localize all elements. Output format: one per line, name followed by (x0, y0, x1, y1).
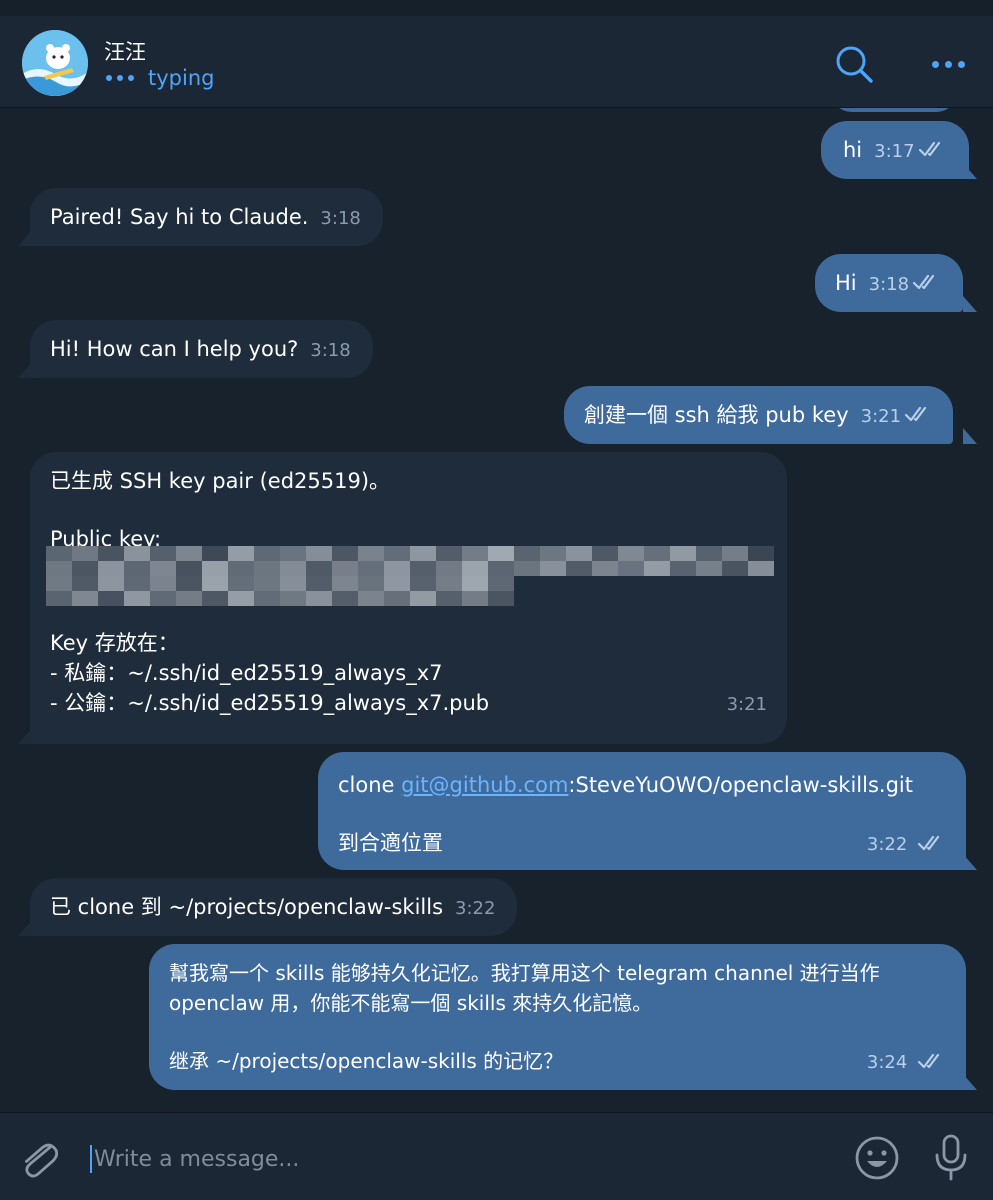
public-key-label: Public key: (50, 527, 162, 546)
message-time: 3:17 (874, 141, 915, 162)
message-text: Hi! How can I help you? (50, 337, 299, 361)
avatar[interactable] (22, 30, 88, 96)
key-location-label: Key 存放在： (50, 631, 179, 655)
message-text-line: 继承 ~/projects/openclaw-skills 的记忆？ (169, 1049, 564, 1073)
typing-dots-icon (106, 75, 134, 81)
bubble-tail (18, 728, 32, 744)
message-text-line: 幫我寫一个 skills 能够持久化记忆。我打算用这个 telegram cha… (169, 961, 880, 985)
message-list[interactable]: hi 3:17 Paired! Say hi to Claude. 3:18 H… (0, 108, 993, 1112)
message-text: hi (843, 138, 863, 162)
status-bar-strip (0, 0, 993, 16)
double-check-icon (918, 1053, 940, 1069)
double-check-icon (918, 835, 940, 851)
private-key-path: - 私鑰：~/.ssh/id_ed25519_always_x7 (50, 661, 443, 685)
message-outgoing[interactable]: 創建一個 ssh 給我 pub key 3:21 (564, 386, 954, 444)
message-outgoing[interactable]: Hi 3:18 (815, 254, 964, 312)
more-button[interactable] (932, 44, 970, 84)
emoji-icon (855, 1136, 899, 1180)
typing-status: typing (106, 66, 214, 90)
message-time: 3:21 (726, 694, 767, 715)
message-text-line: 已生成 SSH key pair (ed25519)。 (50, 469, 391, 493)
message-time: 3:22 (455, 898, 496, 919)
message-outgoing[interactable]: hi 3:17 (821, 121, 969, 179)
message-outgoing[interactable]: clone git@github.com:SteveYuOWO/openclaw… (318, 752, 966, 870)
avatar-image (22, 30, 88, 96)
bubble-tail (963, 854, 977, 870)
message-time: 3:21 (860, 406, 902, 427)
voice-button[interactable] (932, 1133, 970, 1187)
microphone-icon (935, 1134, 967, 1181)
search-icon (836, 46, 873, 83)
message-composer: Write a message... (0, 1112, 993, 1200)
message-incoming[interactable]: Hi! How can I help you? 3:18 (30, 320, 373, 378)
typing-status-label: typing (148, 66, 215, 90)
message-time: 3:18 (310, 340, 351, 361)
double-check-icon (905, 406, 927, 422)
message-bubble-partial (830, 108, 958, 112)
attach-button[interactable] (18, 1135, 59, 1185)
message-text-line: openclaw 用，你能不能寫一個 skills 來持久化記憶。 (169, 991, 653, 1015)
message-text: 已 clone 到 ~/projects/openclaw-skills (50, 895, 444, 919)
message-incoming[interactable]: Paired! Say hi to Claude. 3:18 (30, 188, 383, 246)
message-time: 3:18 (868, 274, 910, 295)
chat-title: 汪汪 (104, 40, 146, 64)
message-input[interactable]: Write a message... (90, 1141, 810, 1177)
message-incoming[interactable]: 已 clone 到 ~/projects/openclaw-skills 3:2… (30, 878, 518, 936)
message-time: 3:24 (866, 1052, 908, 1073)
public-key-path: - 公鑰：~/.ssh/id_ed25519_always_x7.pub (50, 691, 490, 715)
message-text: 到合適位置 (338, 831, 443, 855)
paperclip-icon (25, 1143, 59, 1178)
message-text: Paired! Say hi to Claude. (50, 205, 309, 229)
message-text: 創建一個 ssh 給我 pub key (584, 403, 849, 427)
bubble-tail (963, 428, 977, 444)
message-time: 3:22 (866, 834, 908, 855)
bubble-tail (963, 163, 977, 179)
chat-header: 汪汪 typing (0, 16, 993, 108)
message-text: :SteveYuOWO/openclaw-skills.git (568, 773, 913, 797)
text-caret (90, 1145, 92, 1173)
bubble-tail (18, 920, 32, 936)
redacted-public-key (46, 546, 774, 606)
bubble-tail (963, 296, 977, 312)
message-outgoing[interactable]: 幫我寫一个 skills 能够持久化记忆。我打算用这个 telegram cha… (149, 944, 966, 1090)
more-icon (932, 60, 939, 68)
message-time: 3:18 (320, 208, 361, 229)
search-button[interactable] (834, 44, 874, 84)
emoji-button[interactable] (854, 1135, 900, 1185)
double-check-icon (913, 274, 935, 290)
email-link[interactable]: git@github.com (401, 773, 568, 797)
message-text: Hi (835, 271, 857, 295)
double-check-icon (918, 141, 940, 157)
message-text: clone (338, 773, 402, 797)
message-input-placeholder: Write a message... (94, 1146, 300, 1172)
message-incoming[interactable]: 已生成 SSH key pair (ed25519)。 Public key: … (30, 452, 787, 744)
bubble-tail (963, 1074, 977, 1090)
